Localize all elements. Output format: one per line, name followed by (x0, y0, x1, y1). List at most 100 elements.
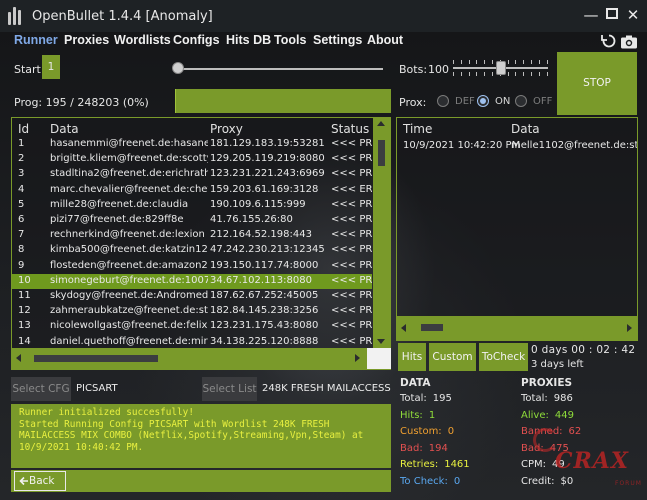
hits-scroll-right-icon[interactable] (627, 324, 632, 332)
tab-tocheck[interactable]: ToCheck (479, 343, 528, 371)
slider-tick (476, 60, 478, 64)
scroll-left-icon[interactable] (16, 354, 21, 362)
slider-tick (492, 60, 493, 64)
table-row[interactable]: 7 rechnerkind@freenet.de:lexion 212.164.52… (12, 228, 372, 243)
hits-grid: Time Data 10/9/2021 10:42:20 PM melle110… (396, 117, 638, 341)
bots-slider-thumb[interactable] (495, 61, 506, 75)
slider-tick (492, 72, 493, 76)
column-header-data[interactable]: Data (50, 122, 79, 136)
proxy-radio-off[interactable] (515, 95, 527, 107)
refresh-icon[interactable] (600, 33, 618, 49)
scroll-up-icon[interactable] (377, 121, 385, 126)
table-row[interactable]: 8 kimba500@freenet.de:katzin123 47.242.230… (12, 243, 372, 258)
column-header-id[interactable]: Id (18, 122, 29, 136)
slider-tick (507, 72, 509, 76)
back-button[interactable]: Back (14, 471, 66, 491)
row-status: <<< PR (331, 168, 372, 180)
stop-button[interactable]: STOP (557, 52, 637, 115)
table-row[interactable]: 9 flosteden@freenet.de:amazon2010193.150.… (12, 259, 372, 274)
row-status: <<< PR (331, 320, 372, 332)
table-row[interactable]: 3 stadltina2@freenet.de:erichrath 123.231.… (12, 167, 372, 182)
menu-hits-db[interactable]: Hits DB (226, 33, 271, 47)
row-proxy: 41.76.155.26:80 (210, 214, 293, 225)
hits-grid-hscroll-thumb[interactable] (421, 324, 443, 331)
menu-settings[interactable]: Settings (313, 33, 362, 47)
camera-icon[interactable] (620, 34, 638, 50)
menu-wordlists[interactable]: Wordlists (114, 33, 171, 47)
data-grid-hscroll-thumb[interactable] (34, 355, 158, 362)
stat-value: 194 (428, 442, 448, 454)
table-row[interactable]: 12 zahmeraubkatze@freenet.de:stepha182.84… (12, 304, 372, 319)
row-proxy: 159.203.61.169:3128 (210, 183, 319, 195)
row-status: <<< PR (331, 305, 372, 317)
stat-row: Total: 986 (521, 393, 573, 404)
row-id: 14 (18, 335, 31, 347)
app-logo-icon (8, 7, 22, 25)
slider-tick (460, 60, 462, 64)
slider-tick (515, 72, 517, 76)
stat-value: 0 (447, 426, 455, 437)
stat-row: Bad: 194 (400, 443, 448, 454)
cfg-name: PICSART (76, 383, 118, 394)
select-list-button[interactable]: Select List (202, 377, 257, 401)
row-data: flosteden@freenet.de:amazon2010 (50, 259, 208, 271)
column-header-hit-data[interactable]: Data (511, 122, 540, 136)
scroll-right-icon[interactable] (355, 354, 360, 362)
timer-left: 3 days left (531, 359, 584, 370)
table-row[interactable]: 1 hasanemmi@freenet.de:hasanemmi181.129.1… (12, 137, 372, 152)
data-grid-horizontal-scrollbar[interactable] (12, 348, 367, 369)
select-cfg-button[interactable]: Select CFG (11, 377, 71, 401)
table-row[interactable]: 10 simonegeburt@freenet.de:100778 34.67.10… (12, 273, 372, 289)
proxy-radio-off-label: OFF (533, 96, 553, 107)
start-input[interactable]: 1 (42, 55, 60, 79)
close-button[interactable]: ✕ (624, 6, 642, 24)
menu-tools[interactable]: Tools (274, 33, 306, 47)
scroll-down-icon[interactable] (377, 339, 385, 344)
menu-configs[interactable]: Configs (173, 33, 220, 47)
row-proxy: 182.84.145.238:3256 (210, 305, 319, 317)
column-header-status[interactable]: Status (331, 122, 369, 136)
slider-tick (531, 72, 532, 76)
slider-tick (546, 60, 548, 64)
minimize-button[interactable]: — (582, 6, 600, 24)
menu-runner[interactable]: Runner (14, 33, 58, 47)
watermark-ring (533, 428, 557, 452)
start-slider-thumb[interactable] (172, 62, 184, 74)
stat-label: Total: (400, 393, 427, 404)
tab-custom[interactable]: Custom (429, 343, 476, 371)
proxy-radio-def-label: DEF (455, 96, 475, 107)
table-row[interactable]: 11 skydogy@freenet.de:Andromeda 187.62.67.… (12, 289, 372, 304)
table-row[interactable]: 13 nicolewollgast@freenet.de:felix1 123.23… (12, 319, 372, 334)
data-grid-vscroll-thumb[interactable] (378, 140, 385, 166)
bots-value: 100 (428, 63, 449, 76)
stat-value: 195 (432, 393, 452, 404)
proxy-radio-on[interactable] (477, 95, 489, 107)
row-id: 7 (18, 229, 25, 241)
bots-label: Bots: (399, 63, 428, 76)
proxy-radio-def[interactable] (437, 95, 449, 107)
menu-proxies[interactable]: Proxies (64, 33, 109, 47)
row-proxy: 129.205.119.219:8080 (210, 153, 325, 165)
maximize-button[interactable] (603, 5, 621, 23)
table-row[interactable]: 4 marc.chevalier@freenet.de:chevalier159.… (12, 183, 372, 198)
proxy-radio-on-label: ON (495, 96, 511, 107)
table-row[interactable]: 14 daniel.quethoff@freenet.de:miriam34.13… (12, 335, 372, 348)
back-label: Back (29, 475, 55, 487)
table-row[interactable]: 2 brigitte.kliem@freenet.de:scotty 129.205… (12, 152, 372, 167)
column-header-proxy[interactable]: Proxy (210, 122, 243, 136)
slider-tick (453, 72, 454, 76)
stat-row: Alive: 449 (521, 410, 574, 421)
table-row[interactable]: 5 mille28@freenet.de:claudia 190.109.6.115… (12, 198, 372, 213)
row-data: brigitte.kliem@freenet.de:scotty (50, 153, 208, 165)
tab-hits[interactable]: Hits (398, 343, 426, 371)
stat-value: 1461 (444, 459, 470, 470)
back-arrow-icon (19, 476, 28, 486)
column-header-time[interactable]: Time (403, 122, 432, 136)
table-row[interactable]: 6 pizi77@freenet.de:829ff8e 41.76.155.26:8… (12, 213, 372, 228)
hits-scroll-left-icon[interactable] (401, 324, 406, 332)
menu-about[interactable]: About (367, 33, 403, 47)
hits-grid-horizontal-scrollbar[interactable] (397, 316, 637, 340)
data-grid-vertical-scrollbar[interactable] (373, 118, 390, 348)
hits-row[interactable]: 10/9/2021 10:42:20 PM melle1102@freenet.… (397, 139, 637, 154)
row-id: 10 (18, 274, 31, 286)
